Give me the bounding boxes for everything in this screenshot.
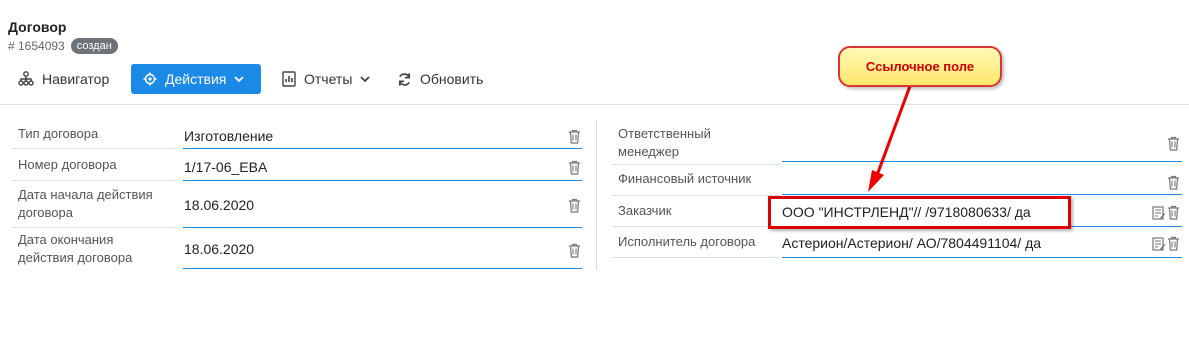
callout-arrow [868,85,912,192]
reference-field-callout: Ссылочное поле [838,46,1002,87]
highlight-box [768,196,1071,229]
